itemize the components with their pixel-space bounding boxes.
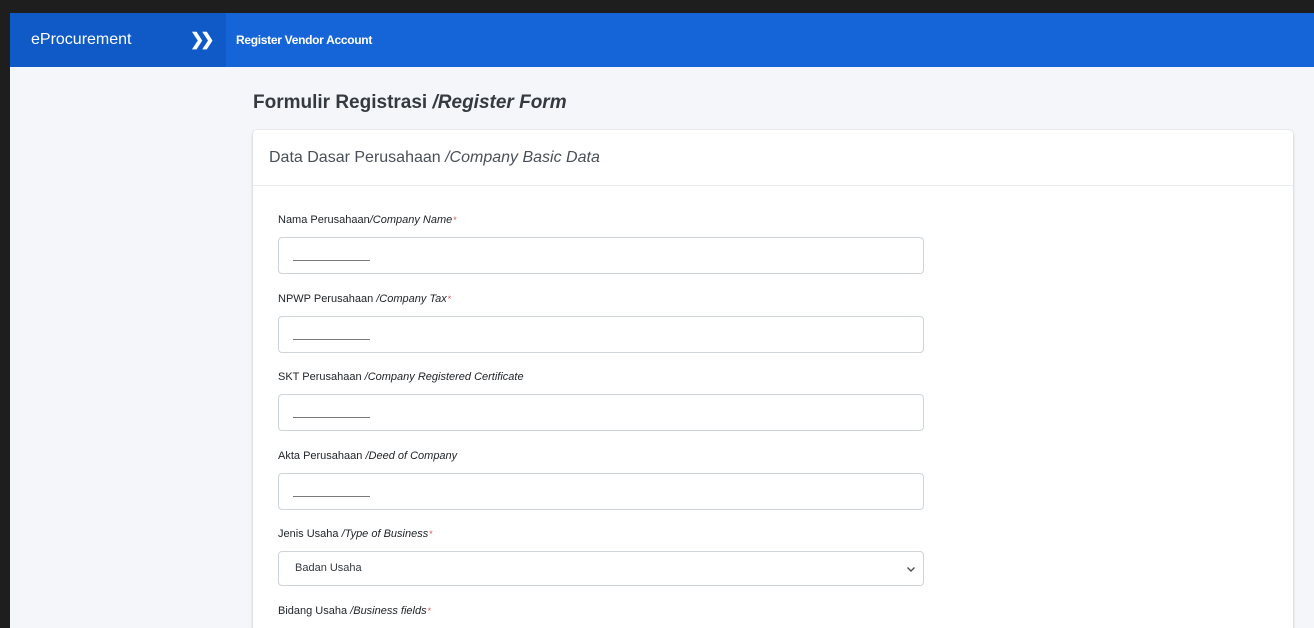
form-group-company-deed: Akta Perusahaan /Deed of Company <box>278 448 924 510</box>
required-mark: * <box>427 606 432 616</box>
brand-name: eProcurement <box>31 31 132 48</box>
input-underline <box>293 339 370 340</box>
label-en: /Type of Business <box>341 528 429 540</box>
form-group-company-name: Nama Perusahaan/Company Name* <box>278 212 924 274</box>
company-certificate-label: SKT Perusahaan /Company Registered Certi… <box>278 369 924 385</box>
main-content: Formulir Registrasi /Register Form Data … <box>253 67 1293 628</box>
label-en: /Company Tax <box>376 293 447 305</box>
top-navbar: eProcurement ❯❯ Register Vendor Account <box>10 13 1314 67</box>
company-name-label: Nama Perusahaan/Company Name* <box>278 212 924 228</box>
card-header-id: Data Dasar Perusahaan <box>269 149 441 166</box>
label-en: /Company Registered Certificate <box>364 371 524 383</box>
label-id: NPWP Perusahaan <box>278 293 374 305</box>
label-id: Bidang Usaha <box>278 605 348 617</box>
page-title: Formulir Registrasi /Register Form <box>253 90 1293 116</box>
card-header: Data Dasar Perusahaan /Company Basic Dat… <box>253 130 1293 186</box>
card-header-en: /Company Basic Data <box>445 149 600 166</box>
business-fields-label: Bidang Usaha /Business fields* <box>278 603 431 619</box>
form-group-company-certificate: SKT Perusahaan /Company Registered Certi… <box>278 369 924 431</box>
double-chevron-right-icon[interactable]: ❯❯ <box>190 30 214 50</box>
input-underline <box>293 260 370 261</box>
company-deed-input[interactable] <box>278 473 924 510</box>
form-group-company-tax: NPWP Perusahaan /Company Tax* <box>278 291 924 353</box>
input-underline <box>293 417 370 418</box>
required-mark: * <box>447 294 452 304</box>
label-en: /Business fields <box>350 605 427 617</box>
label-id: Nama Perusahaan <box>278 214 370 226</box>
company-deed-label: Akta Perusahaan /Deed of Company <box>278 448 924 464</box>
page-title-id: Formulir Registrasi <box>253 92 428 113</box>
label-id: Jenis Usaha <box>278 528 339 540</box>
company-certificate-input[interactable] <box>278 394 924 431</box>
page-title-en: /Register Form <box>432 92 567 113</box>
brand[interactable]: eProcurement ❯❯ <box>10 13 226 67</box>
label-en: /Deed of Company <box>365 450 458 462</box>
required-mark: * <box>453 215 457 225</box>
company-basic-data-card: Data Dasar Perusahaan /Company Basic Dat… <box>253 130 1293 628</box>
chevron-down-icon <box>907 567 915 572</box>
label-en: /Company Name <box>369 214 453 226</box>
business-type-label: Jenis Usaha /Type of Business* <box>278 526 924 542</box>
required-mark: * <box>429 529 433 539</box>
label-id: SKT Perusahaan <box>278 371 362 383</box>
selected-value: Badan Usaha <box>295 562 362 574</box>
company-tax-label: NPWP Perusahaan /Company Tax* <box>278 291 924 307</box>
page-breadcrumb: Register Vendor Account <box>236 33 373 47</box>
input-underline <box>293 496 370 497</box>
company-tax-input[interactable] <box>278 316 924 353</box>
form-group-business-fields: Bidang Usaha /Business fields* <box>278 603 431 619</box>
app-window: eProcurement ❯❯ Register Vendor Account … <box>10 13 1314 628</box>
business-type-select[interactable]: Badan Usaha <box>278 551 924 586</box>
label-id: Akta Perusahaan <box>278 450 363 462</box>
form-group-business-type: Jenis Usaha /Type of Business* Badan Usa… <box>278 526 924 586</box>
company-name-input[interactable] <box>278 237 924 274</box>
